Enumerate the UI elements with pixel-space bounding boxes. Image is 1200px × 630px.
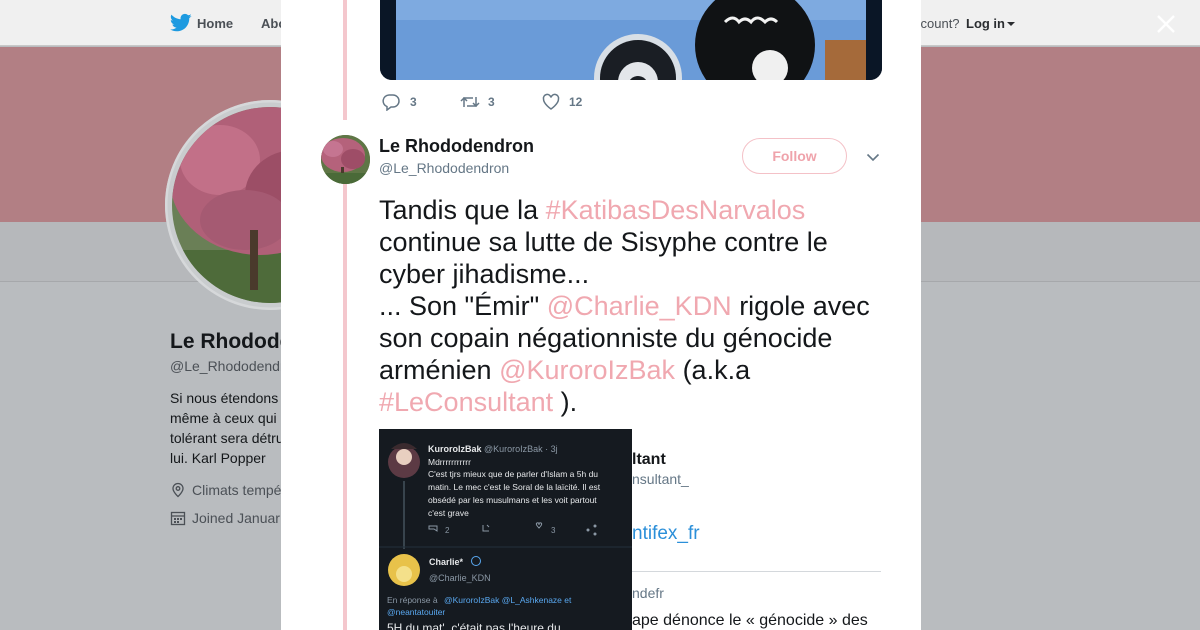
screenshot-tweet2-name: Charlie* xyxy=(429,557,464,567)
media-screenshot-dark: KuroroIzBak @KuroroIzBak · 3j Mdrrrrrrrr… xyxy=(379,429,632,630)
screenshot-tweet1-line: c'est grave xyxy=(428,508,469,518)
tweet-text-part: (a.k.a xyxy=(675,355,751,385)
tweet-text-part: Tandis que la xyxy=(379,195,546,225)
screenshot-tweet1-like-count: 3 xyxy=(551,526,556,535)
rhododendron-avatar-image xyxy=(321,135,370,184)
twitter-bird-icon[interactable] xyxy=(170,13,192,33)
screenshot-tweet1-name: KuroroIzBak xyxy=(428,444,482,454)
login-link[interactable]: Log in xyxy=(966,16,1005,31)
tweet-media[interactable]: KuroroIzBak @KuroroIzBak · 3j Mdrrrrrrrr… xyxy=(379,429,881,630)
chevron-down-icon[interactable] xyxy=(865,149,881,165)
tweet-text-part: continue sa lutte de Sisyphe contre le c… xyxy=(379,227,828,289)
heart-icon xyxy=(542,93,560,110)
tweet-text-part: ... Son "Émir" xyxy=(379,291,547,321)
mention-charlie-kdn[interactable]: @Charlie_KDN xyxy=(547,291,732,321)
profile-bio: Si nous étendons même à ceux qui toléran… xyxy=(170,390,284,466)
screenshot-right-name: ltant xyxy=(632,451,666,468)
profile-handle: @Le_Rhododendr xyxy=(170,358,285,374)
tweet-modal: 3 3 12 Le Rhododendron @Le_Rhododendron … xyxy=(281,0,921,630)
like-count: 12 xyxy=(569,95,583,109)
screenshot-tweet1-meta: @KuroroIzBak · 3j xyxy=(484,444,558,454)
screenshot-tweet2-body: 5H du mat'. c'était pas l'heure du xyxy=(387,621,561,630)
screenshot-tweet2-handle: @Charlie_KDN xyxy=(429,573,491,583)
tweet-text-part: ). xyxy=(553,387,578,417)
screenshot-right-handle: nsultant_ xyxy=(632,471,689,487)
screenshot-tweet1-line: Mdrrrrrrrrrrr xyxy=(428,457,471,467)
login-caret-icon[interactable] xyxy=(1007,22,1015,26)
tweet-author-name[interactable]: Le Rhododendron xyxy=(379,136,534,157)
profile-name: Le Rhodode xyxy=(170,330,292,353)
screenshot-tweet1-reply-count: 2 xyxy=(445,526,450,535)
screenshot-reply-to-1: @KuroroIzBak @L_Ashkenaze et xyxy=(444,595,572,605)
reply-count: 3 xyxy=(410,95,417,109)
previous-tweet-media[interactable] xyxy=(380,0,882,80)
tweet-author-avatar[interactable] xyxy=(321,135,370,184)
nav-home-link[interactable]: Home xyxy=(197,16,233,31)
reply-icon xyxy=(382,94,400,111)
profile-location: Climats tempé xyxy=(192,482,282,498)
location-pin-icon xyxy=(172,482,184,498)
screenshot-quoted-handle: ndefr xyxy=(632,585,664,601)
screenshot-tweet1-line: matin. Le mec c'est le Soral de la laïci… xyxy=(428,482,601,492)
screenshot-tweet1-line: C'est tjrs mieux que de parler d'Islam a… xyxy=(428,469,599,479)
screenshot-reply-prefix: En réponse à xyxy=(387,595,438,605)
like-action[interactable]: 12 xyxy=(542,92,602,112)
calendar-icon xyxy=(170,511,186,526)
follow-button[interactable]: Follow xyxy=(742,138,847,174)
tweet-author-handle[interactable]: @Le_Rhododendron xyxy=(379,160,509,176)
screenshot-tweet1-line: obsédé par les musulmans et les voit par… xyxy=(428,495,597,505)
thread-connector-bottom xyxy=(343,182,347,630)
profile-joined-date: Joined Januar xyxy=(192,510,280,526)
retweet-action[interactable]: 3 xyxy=(460,92,520,112)
close-icon[interactable] xyxy=(1154,12,1178,36)
reply-action[interactable]: 3 xyxy=(382,92,442,112)
screenshot-right-link: ntifex_fr xyxy=(632,523,700,544)
screenshot-divider xyxy=(632,571,881,572)
retweet-count: 3 xyxy=(488,95,495,109)
previous-tweet-image xyxy=(380,0,882,80)
screenshot-quoted-text: ape dénonce le « génocide » des xyxy=(632,612,868,629)
mention-kuroroizbak[interactable]: @KuroroIzBak xyxy=(499,355,675,385)
media-screenshot-light: ltant nsultant_ ntifex_fr ndefr ape déno… xyxy=(632,429,881,630)
hashtag-katibasdesnarvalos[interactable]: #KatibasDesNarvalos xyxy=(546,195,806,225)
retweet-icon xyxy=(460,96,480,108)
tweet-text: Tandis que la #KatibasDesNarvalos contin… xyxy=(379,194,889,418)
screenshot-reply-to-2: @neantatouiter xyxy=(387,607,446,617)
hashtag-leconsultant[interactable]: #LeConsultant xyxy=(379,387,553,417)
thread-connector-top xyxy=(343,0,347,120)
